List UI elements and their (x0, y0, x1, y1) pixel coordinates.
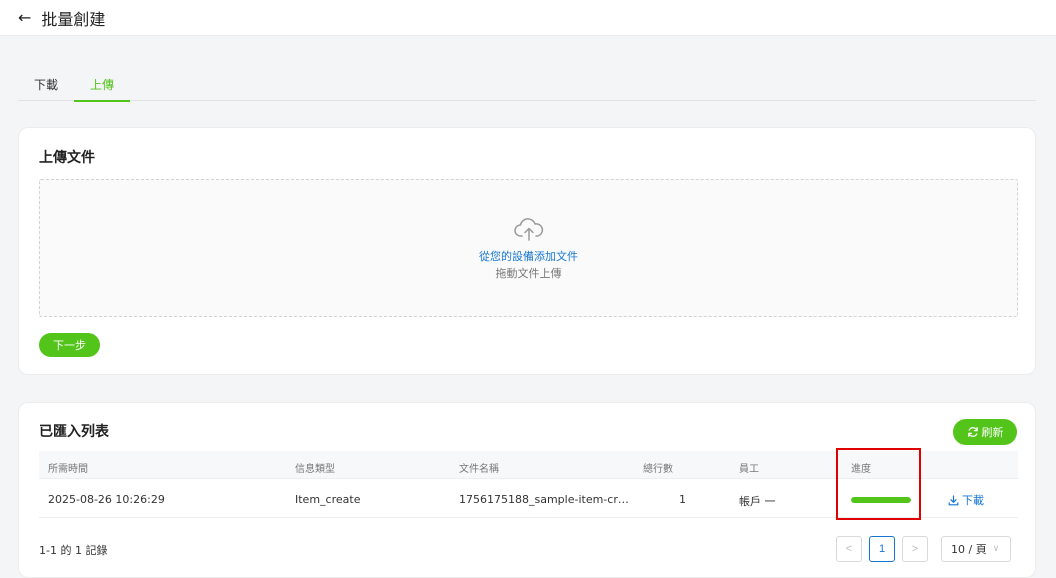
table-row: 2025-08-26 10:26:29 Item_create 17561751… (39, 480, 1018, 518)
cell-file-name: 1756175188_sample-item-cr… (459, 493, 629, 506)
chevron-down-icon: ∨ (992, 544, 1000, 554)
download-link[interactable]: 下載 (948, 492, 984, 508)
refresh-icon (967, 427, 978, 437)
tab-bar: 下載 上傳 (18, 68, 1036, 102)
refresh-label: 刷新 (981, 427, 1004, 439)
refresh-button[interactable]: 刷新 (953, 419, 1017, 445)
column-header-type: 信息類型 (295, 464, 335, 475)
top-bar: ← 批量創建 (0, 0, 1056, 36)
add-file-link[interactable]: 從您的設備添加文件 (40, 248, 1017, 264)
imported-list-card: 已匯入列表 刷新 所需時間 信息類型 文件名稱 總行數 員工 進度 2025-0… (18, 402, 1036, 578)
cloud-upload-icon (513, 218, 543, 241)
download-icon (948, 494, 959, 505)
next-step-button[interactable]: 下一步 (39, 333, 100, 357)
page-1-button[interactable]: 1 (869, 536, 895, 562)
record-count: 1-1 的 1 記錄 (39, 544, 108, 557)
download-label: 下載 (962, 494, 984, 507)
table-header: 所需時間 信息類型 文件名稱 總行數 員工 進度 (39, 451, 1018, 479)
page-size-select[interactable]: 10 / 頁 ∨ (941, 536, 1011, 562)
cell-type: Item_create (295, 493, 361, 506)
imported-list-title: 已匯入列表 (39, 424, 109, 440)
cell-staff: 帳戶 一 (739, 495, 776, 508)
cell-time: 2025-08-26 10:26:29 (48, 493, 165, 506)
upload-card: 上傳文件 從您的設備添加文件 拖動文件上傳 下一步 (18, 127, 1036, 375)
prev-page-button[interactable]: < (836, 536, 862, 562)
progress-bar-fill (851, 497, 911, 503)
upload-card-title: 上傳文件 (39, 150, 95, 166)
back-arrow-icon[interactable]: ← (18, 9, 31, 26)
next-page-button[interactable]: > (902, 536, 928, 562)
column-header-total-rows: 總行數 (643, 464, 673, 475)
column-header-file: 文件名稱 (459, 464, 499, 475)
file-dropzone[interactable]: 從您的設備添加文件 拖動文件上傳 (39, 179, 1018, 317)
tab-upload[interactable]: 上傳 (74, 68, 131, 102)
drag-upload-hint: 拖動文件上傳 (495, 267, 562, 280)
cell-total-rows: 1 (679, 493, 686, 506)
column-header-progress: 進度 (851, 464, 871, 475)
page-size-value: 10 / 頁 (951, 543, 987, 556)
column-header-time: 所需時間 (48, 464, 88, 475)
page-title: 批量創建 (41, 9, 106, 29)
progress-bar (851, 497, 911, 503)
tab-download[interactable]: 下載 (18, 68, 74, 101)
column-header-staff: 員工 (739, 464, 759, 475)
